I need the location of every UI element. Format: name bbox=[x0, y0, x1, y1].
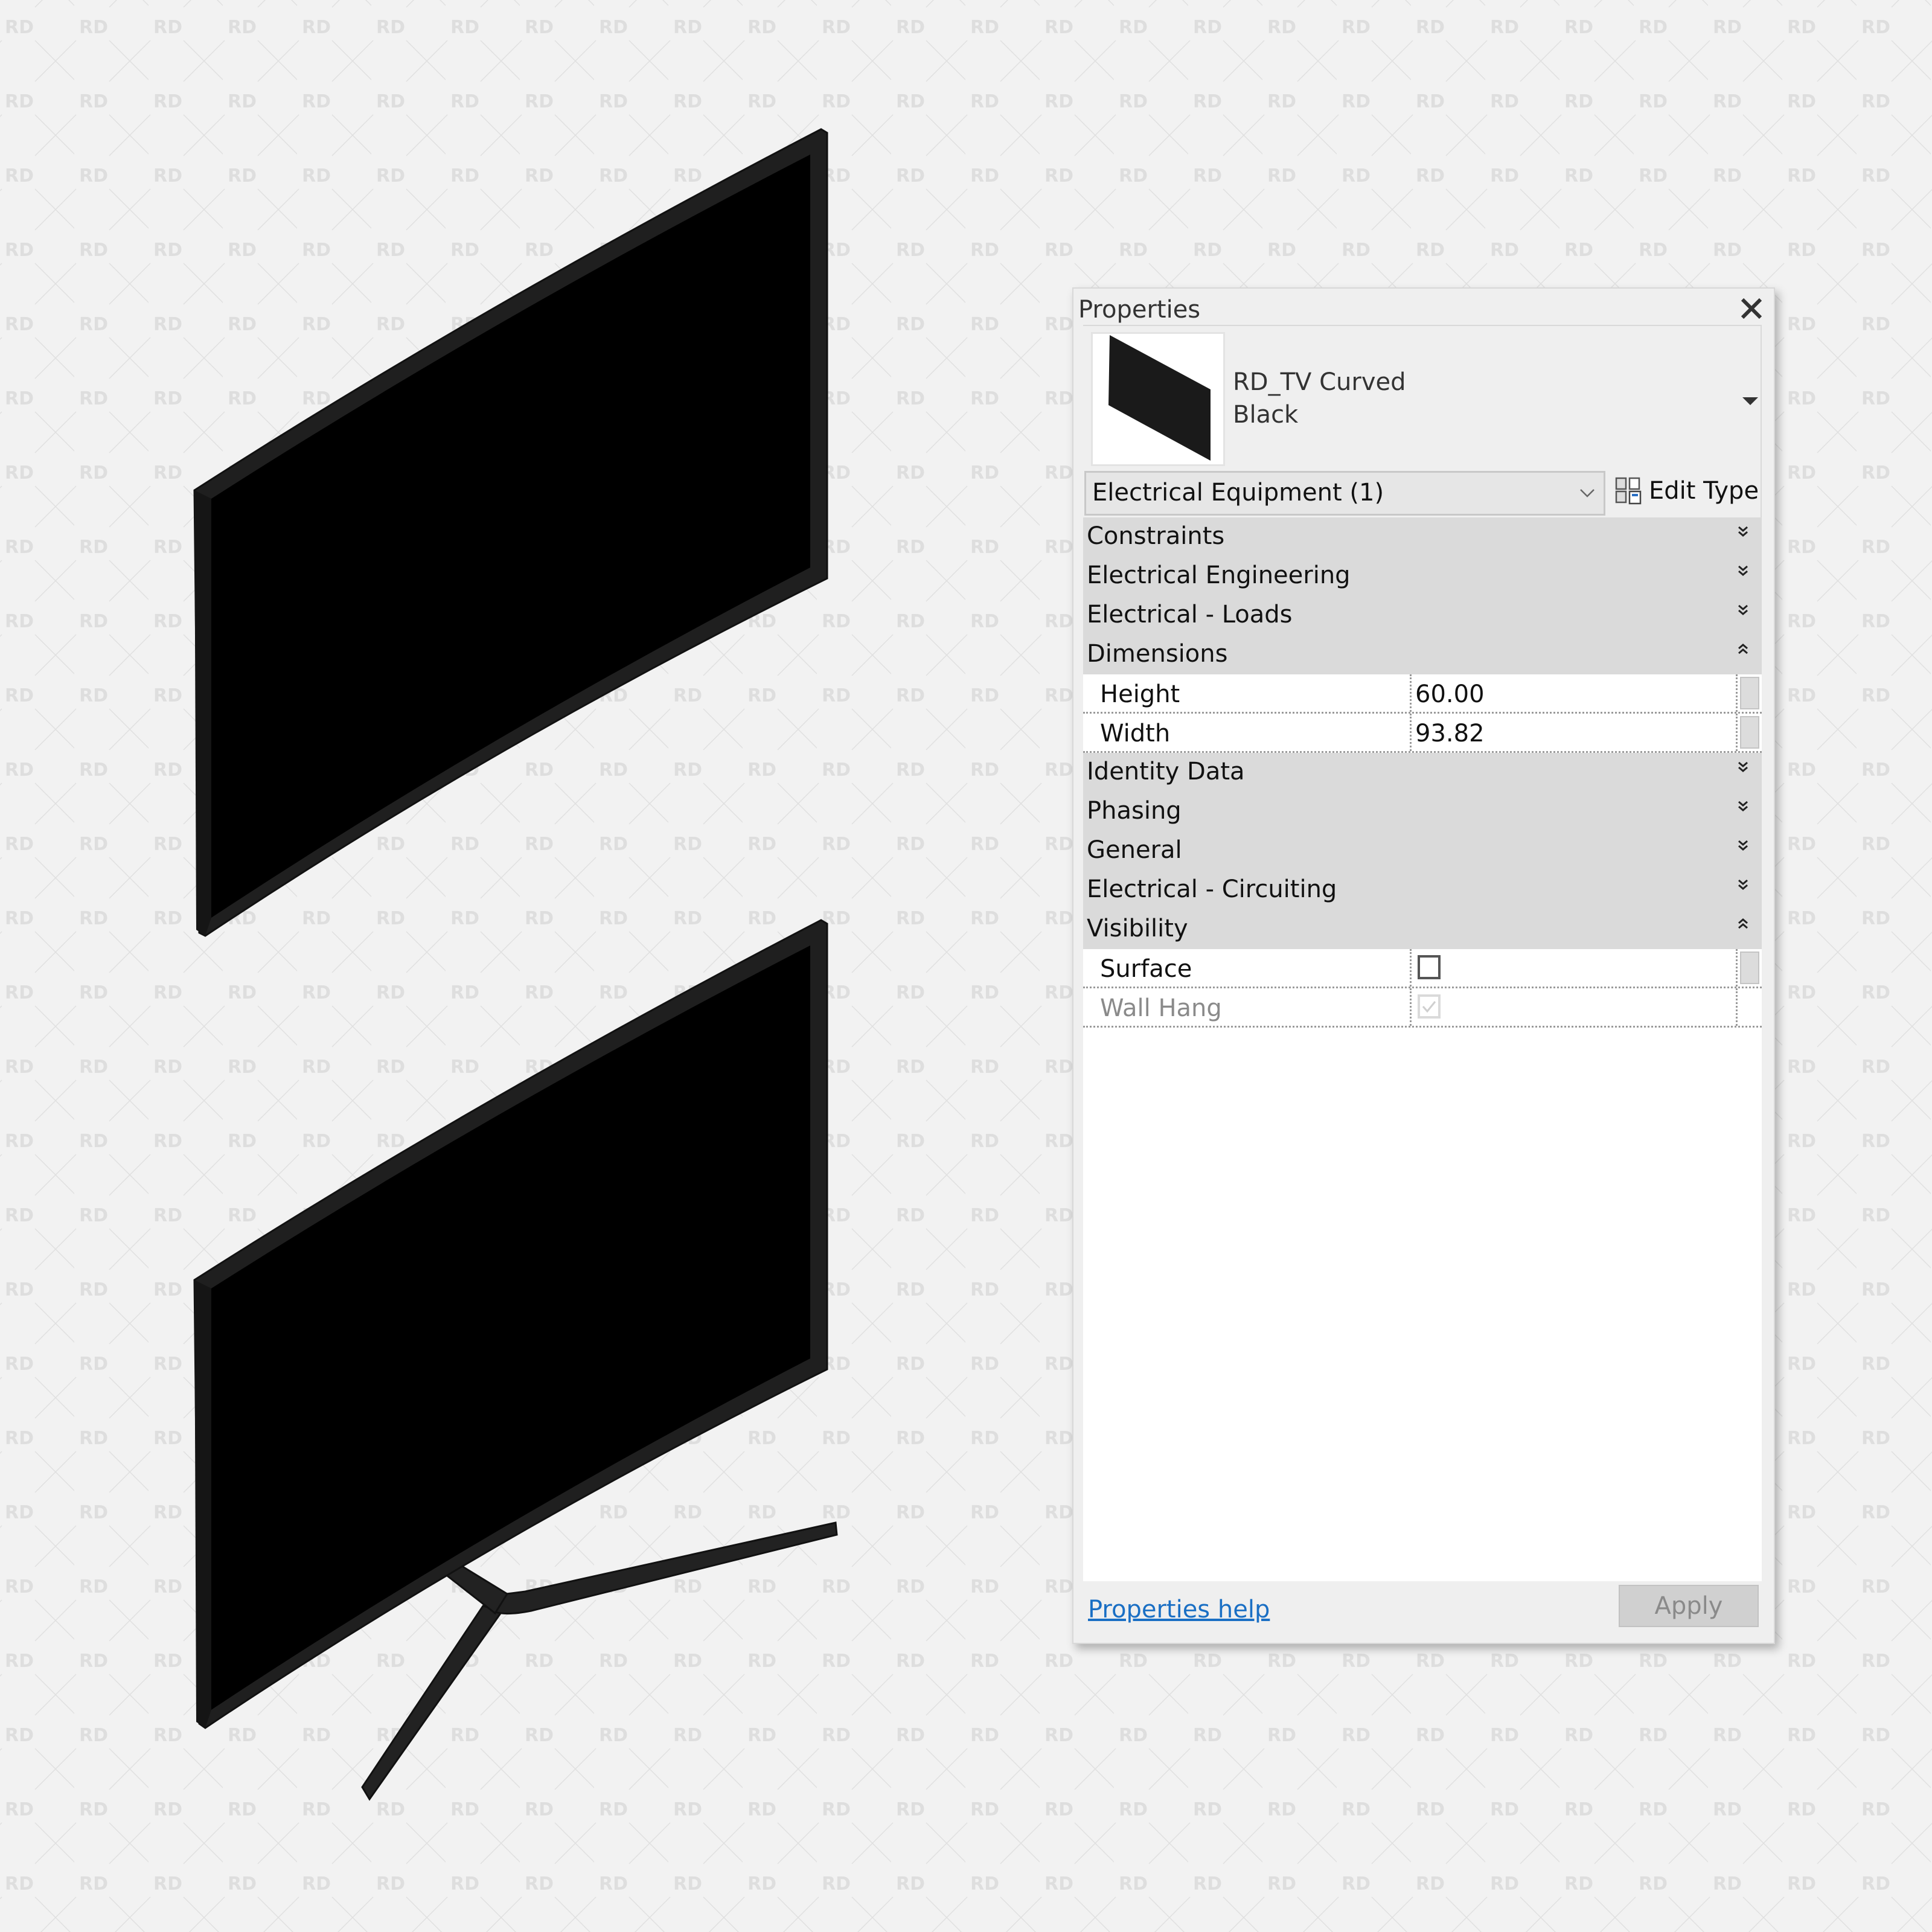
expand-icon bbox=[1738, 879, 1748, 890]
associate-parameter-button[interactable] bbox=[1736, 674, 1762, 712]
collapse-icon bbox=[1738, 918, 1748, 929]
edit-type-icon bbox=[1615, 477, 1642, 505]
group-label: Electrical - Loads bbox=[1087, 601, 1293, 629]
expand-icon bbox=[1738, 761, 1748, 772]
group-electrical-circuiting[interactable]: Electrical - Circuiting bbox=[1083, 871, 1762, 910]
group-label: General bbox=[1087, 836, 1182, 864]
property-grid: Constraints Electrical Engineering Elect… bbox=[1083, 517, 1762, 1028]
group-electrical-engineering[interactable]: Electrical Engineering bbox=[1083, 557, 1762, 596]
group-general[interactable]: General bbox=[1083, 831, 1762, 871]
property-grid-empty-area bbox=[1083, 1028, 1762, 1581]
tv-thumbnail-icon bbox=[1108, 335, 1211, 461]
tv-wall-hung[interactable] bbox=[193, 128, 828, 937]
group-label: Electrical - Circuiting bbox=[1087, 875, 1337, 903]
param-name: Width bbox=[1100, 720, 1171, 747]
triangle-down-icon[interactable] bbox=[1742, 397, 1758, 405]
wall-hang-checkbox bbox=[1418, 994, 1441, 1019]
param-row-surface: Surface bbox=[1083, 949, 1762, 988]
stand-arm-right bbox=[494, 1521, 838, 1615]
group-label: Electrical Engineering bbox=[1087, 561, 1351, 589]
apply-button[interactable]: Apply bbox=[1619, 1585, 1759, 1627]
properties-palette: Properties RD_TV Curved Black Electrical… bbox=[1072, 287, 1775, 1644]
group-label: Identity Data bbox=[1087, 758, 1245, 785]
surface-checkbox[interactable] bbox=[1418, 955, 1441, 979]
close-button[interactable] bbox=[1736, 293, 1767, 324]
tv-side-edge bbox=[194, 1280, 211, 1728]
param-value-text: 60.00 bbox=[1415, 680, 1485, 708]
expand-icon bbox=[1738, 801, 1748, 811]
chevron-down-icon bbox=[1580, 489, 1595, 497]
group-label: Visibility bbox=[1087, 915, 1188, 942]
stand-leg-left bbox=[361, 1605, 504, 1801]
edit-type-button[interactable]: Edit Type bbox=[1615, 470, 1759, 512]
category-filter-value: Electrical Equipment (1) bbox=[1092, 479, 1384, 507]
collapse-icon bbox=[1738, 644, 1748, 654]
associate-parameter-button[interactable] bbox=[1736, 714, 1762, 751]
group-dimensions[interactable]: Dimensions bbox=[1083, 635, 1762, 674]
param-value-width[interactable]: 93.82 bbox=[1410, 714, 1723, 751]
group-identity-data[interactable]: Identity Data bbox=[1083, 753, 1762, 792]
type-family-name: RD_TV Curved bbox=[1233, 368, 1406, 396]
palette-footer: Properties help Apply bbox=[1073, 1582, 1774, 1643]
group-label: Constraints bbox=[1087, 522, 1225, 550]
param-name: Height bbox=[1100, 680, 1180, 708]
expand-icon bbox=[1738, 840, 1748, 851]
type-name: RD_TV Curved Black bbox=[1233, 366, 1406, 431]
param-row-height: Height 60.00 bbox=[1083, 674, 1762, 714]
tv-with-stand[interactable] bbox=[193, 919, 838, 1801]
group-label: Phasing bbox=[1087, 797, 1182, 825]
category-filter-dropdown[interactable]: Electrical Equipment (1) bbox=[1084, 471, 1605, 516]
properties-help-link[interactable]: Properties help bbox=[1088, 1596, 1270, 1623]
checkmark-icon bbox=[1422, 1001, 1436, 1013]
tv-screen bbox=[211, 155, 810, 918]
tv-side-edge bbox=[194, 490, 211, 936]
group-label: Dimensions bbox=[1087, 640, 1228, 668]
param-value-surface bbox=[1410, 949, 1723, 987]
expand-icon bbox=[1738, 526, 1748, 537]
type-thumbnail bbox=[1091, 332, 1225, 466]
edit-type-label: Edit Type bbox=[1649, 477, 1759, 505]
group-phasing[interactable]: Phasing bbox=[1083, 792, 1762, 831]
param-row-wall-hang: Wall Hang bbox=[1083, 988, 1762, 1028]
palette-title: Properties bbox=[1078, 296, 1201, 324]
group-electrical-loads[interactable]: Electrical - Loads bbox=[1083, 596, 1762, 635]
close-icon bbox=[1741, 298, 1762, 319]
param-name: Surface bbox=[1100, 955, 1192, 983]
param-name: Wall Hang bbox=[1100, 994, 1222, 1022]
group-constraints[interactable]: Constraints bbox=[1083, 517, 1762, 557]
group-visibility[interactable]: Visibility bbox=[1083, 910, 1762, 949]
param-value-height[interactable]: 60.00 bbox=[1410, 674, 1723, 712]
associate-parameter-button[interactable] bbox=[1736, 949, 1762, 987]
type-variant-name: Black bbox=[1233, 401, 1299, 429]
param-value-wall-hang bbox=[1410, 988, 1723, 1026]
param-value-text: 93.82 bbox=[1415, 720, 1485, 747]
scroll-column bbox=[1736, 988, 1762, 1026]
param-row-width: Width 93.82 bbox=[1083, 714, 1762, 753]
expand-icon bbox=[1738, 604, 1748, 615]
expand-icon bbox=[1738, 565, 1748, 576]
